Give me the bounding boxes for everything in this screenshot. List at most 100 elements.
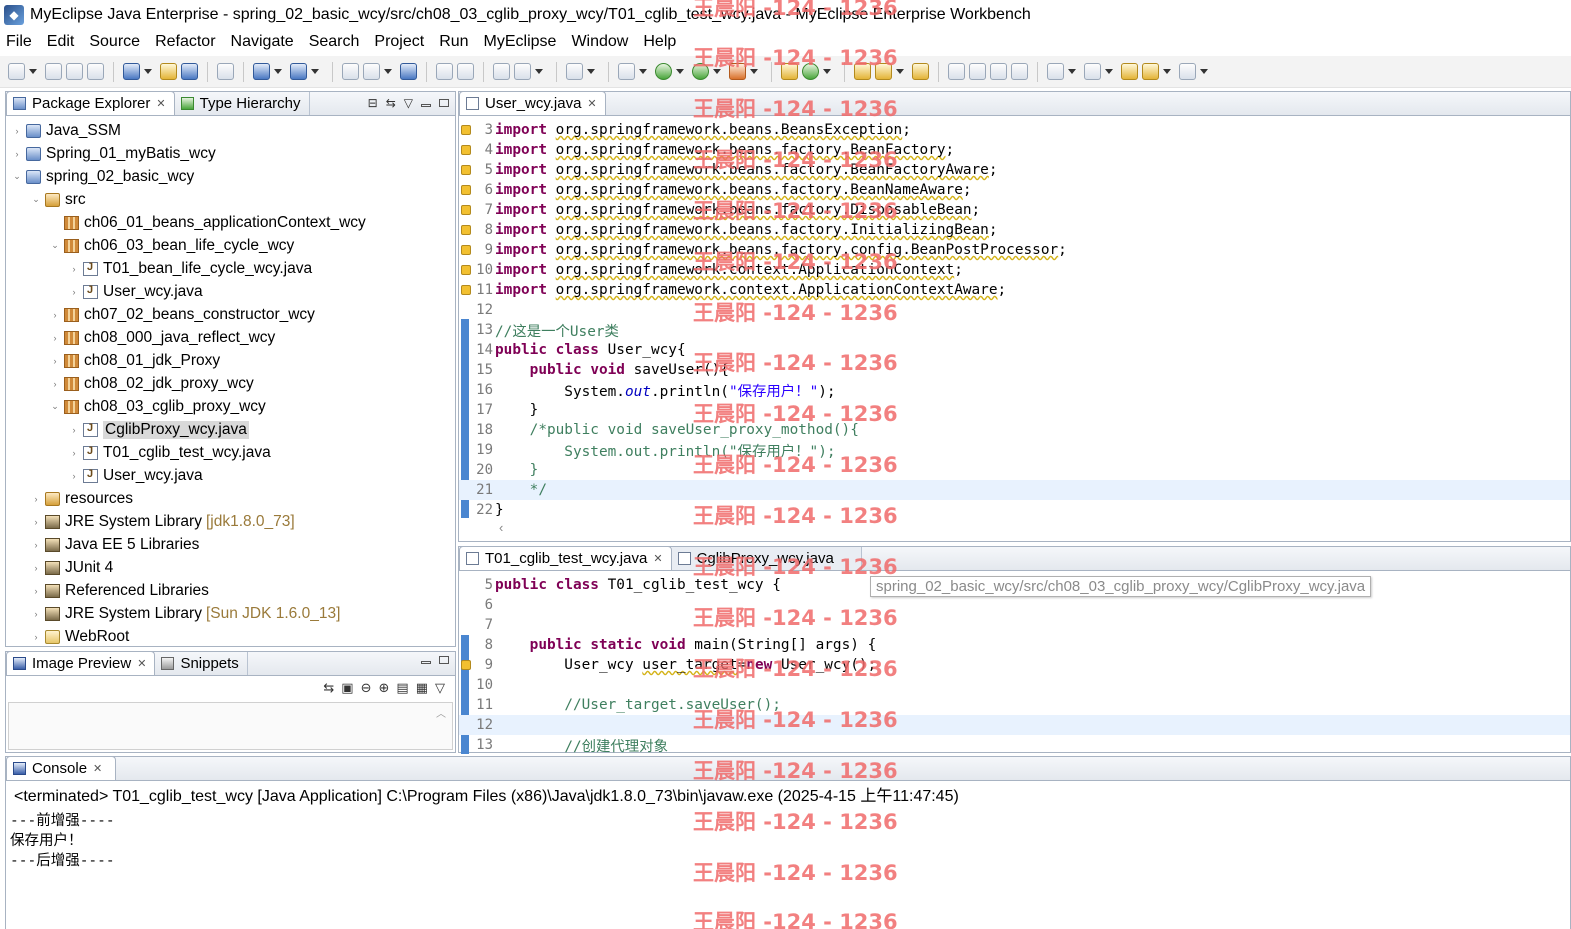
fit-image-icon[interactable]: ▣ (341, 680, 353, 696)
expand-toggle-icon[interactable]: › (50, 333, 60, 343)
block-select-icon[interactable] (990, 63, 1007, 80)
camera-icon[interactable] (566, 63, 583, 80)
code-line[interactable]: 9 import org.springframework.beans.factor… (459, 240, 1570, 260)
code-line[interactable]: 15 public void saveUser(){ (459, 360, 1570, 380)
console-output[interactable]: ---前增强---- 保存用户！ ---后增强---- (10, 809, 1570, 869)
expand-toggle-icon[interactable]: › (69, 448, 79, 458)
close-icon[interactable]: ✕ (156, 97, 165, 110)
close-icon[interactable]: ✕ (587, 97, 596, 110)
browser-dropdown-icon[interactable] (311, 69, 319, 74)
tree-item[interactable]: › ch08_01_jdk_Proxy (6, 349, 455, 372)
tree-item[interactable]: › JRE System Library [jdk1.8.0_73] (6, 510, 455, 533)
tree-item[interactable]: › JRE System Library [Sun JDK 1.6.0_13] (6, 602, 455, 625)
db-icon[interactable] (436, 63, 453, 80)
prev-annotation-dropdown-icon[interactable] (1105, 69, 1113, 74)
tab-snippets[interactable]: Snippets (155, 652, 248, 675)
expand-toggle-icon[interactable]: › (69, 425, 79, 435)
tab-console[interactable]: Console ✕ (6, 756, 116, 780)
menu-file[interactable]: File (6, 33, 32, 51)
layout-icon[interactable] (493, 63, 510, 80)
expand-toggle-icon[interactable]: › (31, 517, 41, 527)
tree-item[interactable]: › WebRoot (6, 625, 455, 646)
tree-item[interactable]: › ch08_000_java_reflect_wcy (6, 326, 455, 349)
code-line[interactable]: 6 (459, 595, 1570, 615)
expand-toggle-icon[interactable]: › (12, 126, 22, 136)
code-line[interactable]: 13//这是一个User类 (459, 320, 1570, 340)
code-line[interactable]: 7 import org.springframework.beans.factor… (459, 200, 1570, 220)
package-icon[interactable] (160, 63, 177, 80)
tree-item[interactable]: ⌄ ch06_03_bean_life_cycle_wcy (6, 234, 455, 257)
expand-toggle-icon[interactable]: ⌄ (50, 401, 60, 412)
server-icon[interactable] (217, 63, 234, 80)
scroll-up-icon[interactable]: ︿ (436, 705, 446, 720)
deploy-icon[interactable] (253, 63, 270, 80)
forward-icon[interactable] (1179, 63, 1196, 80)
camera-dropdown-icon[interactable] (587, 69, 595, 74)
expand-toggle-icon[interactable]: › (50, 310, 60, 320)
back-dropdown-icon[interactable] (1163, 69, 1171, 74)
menu-window[interactable]: Window (571, 33, 628, 51)
tree-item[interactable]: ch06_01_beans_applicationContext_wcy (6, 211, 455, 234)
menu-refactor[interactable]: Refactor (155, 33, 215, 51)
code-line[interactable]: 19 System.out.println("保存用户！"); (459, 440, 1570, 460)
tab-type-hierarchy[interactable]: Type Hierarchy (175, 92, 310, 115)
run-dropdown-icon[interactable] (676, 69, 684, 74)
menu-run[interactable]: Run (439, 33, 468, 51)
prev-annotation-icon[interactable] (1084, 63, 1101, 80)
menu-search[interactable]: Search (309, 33, 360, 51)
expand-toggle-icon[interactable]: ⌄ (12, 171, 22, 182)
expand-toggle-icon[interactable]: › (31, 609, 41, 619)
expand-toggle-icon[interactable]: › (31, 586, 41, 596)
tree-item[interactable]: › User_wcy.java (6, 280, 455, 303)
tab-t01-cglib-test[interactable]: T01_cglib_test_wcy.java ✕ (459, 546, 672, 570)
code-line[interactable]: 3 import org.springframework.beans.BeansE… (459, 120, 1570, 140)
close-icon[interactable]: ✕ (653, 552, 662, 565)
menu-edit[interactable]: Edit (47, 33, 75, 51)
view-menu-icon[interactable]: ▽ (404, 96, 413, 110)
menu-navigate[interactable]: Navigate (231, 33, 294, 51)
debug-dropdown-icon[interactable] (639, 69, 647, 74)
expand-toggle-icon[interactable]: › (12, 149, 22, 159)
tab-image-preview[interactable]: Image Preview ✕ (6, 651, 156, 675)
web-dropdown-icon[interactable] (535, 69, 543, 74)
web-icon[interactable] (514, 63, 531, 80)
menu-help[interactable]: Help (643, 33, 676, 51)
deploy-dropdown-icon[interactable] (274, 69, 282, 74)
code-line[interactable]: 12 (459, 715, 1570, 735)
expand-toggle-icon[interactable]: › (31, 632, 41, 642)
tree-item[interactable]: › resources (6, 487, 455, 510)
external-tools-dropdown-icon[interactable] (750, 69, 758, 74)
tree-item[interactable]: › CglibProxy_wcy.java (6, 418, 455, 441)
annotation-icon[interactable] (948, 63, 965, 80)
code-line[interactable]: 12 (459, 300, 1570, 320)
tree-item[interactable]: ⌄ src (6, 188, 455, 211)
expand-toggle-icon[interactable]: › (69, 264, 79, 274)
code-line[interactable]: 22} (459, 500, 1570, 520)
save-all-icon[interactable] (66, 63, 83, 80)
coverage-icon[interactable] (692, 63, 709, 80)
new-java-project-icon[interactable] (781, 63, 798, 80)
debug-icon[interactable] (618, 63, 635, 80)
new-dropdown-icon[interactable] (29, 69, 37, 74)
tree-item[interactable]: › T01_bean_life_cycle_wcy.java (6, 257, 455, 280)
scroll-left-icon[interactable]: ‹ (499, 520, 503, 535)
tomcat-dropdown-icon[interactable] (384, 69, 392, 74)
menu-source[interactable]: Source (89, 33, 140, 51)
code-line[interactable]: 13 //创建代理对象 (459, 735, 1570, 755)
tab-cglib-proxy[interactable]: CglibProxy_wcy.java (671, 547, 862, 570)
expand-toggle-icon[interactable]: › (31, 540, 41, 550)
expand-toggle-icon[interactable]: › (31, 563, 41, 573)
menu-project[interactable]: Project (374, 33, 424, 51)
expand-toggle-icon[interactable]: ⌄ (50, 240, 60, 251)
zoom-in-icon[interactable]: ⊕ (379, 680, 390, 696)
tree-item[interactable]: ⌄ ch08_03_cglib_proxy_wcy (6, 395, 455, 418)
code-line[interactable]: 6 import org.springframework.beans.factor… (459, 180, 1570, 200)
tree-item[interactable]: › Java EE 5 Libraries (6, 533, 455, 556)
tomcat-icon[interactable] (342, 63, 359, 80)
code-area-top[interactable]: 3 import org.springframework.beans.BeansE… (459, 120, 1570, 520)
fit-window-icon[interactable]: ▦ (416, 680, 428, 696)
code-line[interactable]: 5 import org.springframework.beans.factor… (459, 160, 1570, 180)
expand-toggle-icon[interactable]: › (31, 494, 41, 504)
search-icon[interactable] (875, 63, 892, 80)
open-type-dropdown-icon[interactable] (144, 69, 152, 74)
